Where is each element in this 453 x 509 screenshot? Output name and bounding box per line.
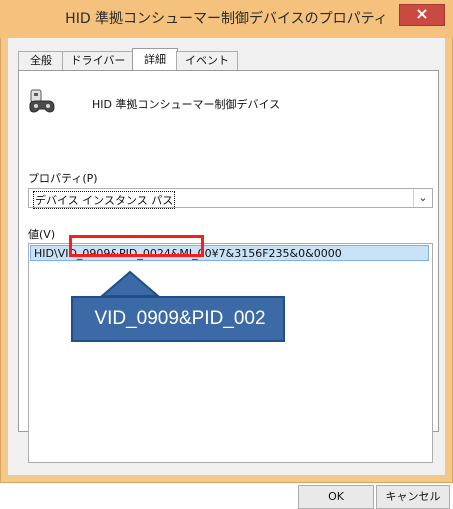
callout-text: VID_0909&PID_002 [94,308,266,329]
cancel-button[interactable]: キャンセル [376,485,450,509]
value-listbox[interactable]: HID\VID_0909&PID_0024&MI_00¥7&3156F235&0… [28,243,433,463]
device-name: HID 準拠コンシューマー制御デバイス [92,98,281,111]
highlight-rectangle [69,235,204,257]
gamepad-icon [28,88,56,116]
value-label: 値(V) [28,228,56,241]
close-icon: × [415,4,429,23]
tab-general[interactable]: 全般 [18,51,64,70]
chevron-down-icon[interactable]: ⌄ [413,189,432,207]
ok-button[interactable]: OK [298,485,374,509]
property-selected: デバイス インスタンス パス [33,191,176,209]
callout-box: VID_0909&PID_002 [71,296,285,342]
properties-window: HID 準拠コンシューマー制御デバイスのプロパティ × 全般 ドライバー 詳細 … [0,0,453,509]
property-label: プロパティ(P) [28,172,98,185]
window-title: HID 準拠コンシューマー制御デバイスのプロパティ [65,11,388,27]
dialog-body: 全般 ドライバー 詳細 イベント HID 準拠コンシューマー制御デバイス プロパ… [8,38,450,509]
callout-pointer [100,270,160,297]
tab-events[interactable]: イベント [176,51,238,70]
close-button[interactable]: × [399,4,445,26]
tab-driver[interactable]: ドライバー [62,51,134,70]
title-bar[interactable]: HID 準拠コンシューマー制御デバイスのプロパティ × [0,0,453,38]
property-dropdown[interactable]: デバイス インスタンス パス ⌄ [28,188,433,209]
tab-details[interactable]: 詳細 [132,48,178,71]
